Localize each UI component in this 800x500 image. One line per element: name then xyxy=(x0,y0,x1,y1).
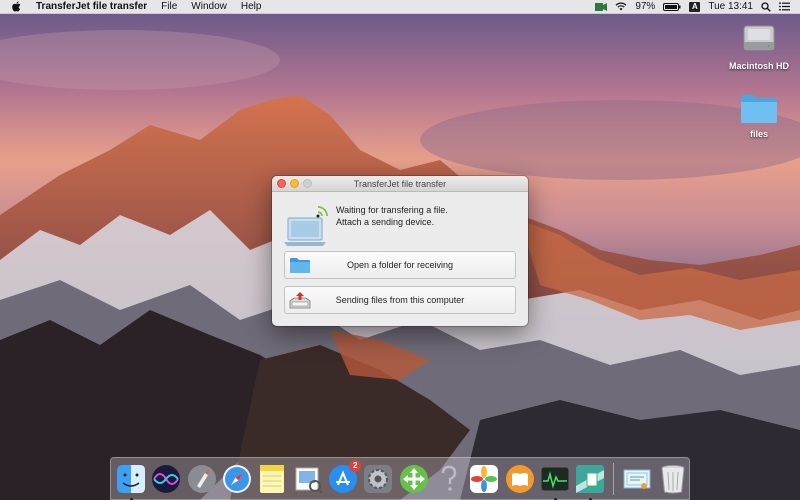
desktop-icon-label: Macintosh HD xyxy=(728,61,789,71)
ibooks-icon xyxy=(505,464,534,493)
dock-ibooks[interactable] xyxy=(503,462,535,496)
dock-app-store[interactable]: 2 xyxy=(327,459,362,496)
transferjet-status-icon[interactable] xyxy=(595,2,608,12)
status-line-waiting: Waiting for transfering a file. xyxy=(336,205,448,215)
transferjet-window: TransferJet file transfer Waiting for tr… xyxy=(272,176,528,326)
hard-drive-icon xyxy=(724,20,794,58)
dock-siri[interactable] xyxy=(150,462,182,496)
activity-monitor-icon xyxy=(540,466,570,491)
menu-help[interactable]: Help xyxy=(241,1,262,12)
notification-center-icon[interactable] xyxy=(779,2,790,11)
apple-menu-icon[interactable] xyxy=(12,1,26,12)
dock-certificate[interactable] xyxy=(621,462,653,496)
transferjet-icon xyxy=(399,464,428,493)
upload-tray-icon xyxy=(289,291,311,312)
dock: 2 xyxy=(110,457,690,500)
status-line-attach: Attach a sending device. xyxy=(336,217,435,227)
desktop-icon-label: files xyxy=(749,129,768,139)
desktop-icon-files[interactable]: files xyxy=(724,92,794,139)
trash-icon xyxy=(661,464,685,493)
dock-preview[interactable] xyxy=(292,462,324,496)
input-source-icon[interactable]: A xyxy=(689,1,701,12)
notes-icon xyxy=(260,464,285,493)
wifi-icon[interactable] xyxy=(615,2,627,11)
system-preferences-icon xyxy=(364,464,393,493)
open-receive-folder-label: Open a folder for receiving xyxy=(346,260,454,270)
status-area: Waiting for transfering a file. Attach a… xyxy=(284,200,516,248)
menu-bar: TransferJet file transfer File Window He… xyxy=(0,0,800,14)
dock-system-preferences[interactable] xyxy=(362,462,394,496)
finder-icon xyxy=(117,464,146,493)
dock-photos[interactable] xyxy=(468,462,500,496)
dock-safari[interactable] xyxy=(221,462,253,496)
menu-file[interactable]: File xyxy=(161,1,177,12)
folder-icon xyxy=(289,256,311,277)
safari-icon xyxy=(223,464,252,493)
window-title: TransferJet file transfer xyxy=(353,178,447,189)
app-store-badge: 2 xyxy=(349,459,362,472)
window-minimize-button[interactable] xyxy=(290,179,299,188)
laptop-transfer-icon xyxy=(284,202,330,249)
photos-icon xyxy=(470,464,499,493)
dock-help[interactable] xyxy=(433,462,465,496)
battery-icon[interactable] xyxy=(663,2,681,11)
menu-clock[interactable]: Tue 13:41 xyxy=(708,1,753,12)
dock-transferjet[interactable] xyxy=(398,462,430,496)
transferjet-app-icon xyxy=(576,464,605,493)
battery-percent: 97% xyxy=(635,1,656,12)
siri-icon xyxy=(152,464,181,493)
menu-app-name[interactable]: TransferJet file transfer xyxy=(36,1,147,12)
launchpad-icon xyxy=(187,464,216,493)
send-files-button[interactable]: Sending files from this computer xyxy=(284,286,516,314)
preview-icon xyxy=(295,467,323,494)
certificate-icon xyxy=(623,469,651,489)
folder-icon xyxy=(724,92,794,126)
dock-finder[interactable] xyxy=(115,462,147,500)
send-files-label: Sending files from this computer xyxy=(335,295,465,305)
spotlight-search-icon[interactable] xyxy=(761,1,771,12)
desktop-icon-macintosh-hd[interactable]: Macintosh HD xyxy=(724,20,794,71)
window-zoom-button[interactable] xyxy=(303,179,312,188)
dock-trash[interactable] xyxy=(657,462,689,496)
menu-window[interactable]: Window xyxy=(191,1,227,12)
dock-notes[interactable] xyxy=(256,462,288,496)
dock-activity-monitor[interactable] xyxy=(539,462,571,500)
dock-separator xyxy=(613,462,615,495)
open-receive-folder-button[interactable]: Open a folder for receiving xyxy=(284,251,516,279)
desktop: TransferJet file transfer File Window He… xyxy=(0,0,800,500)
dock-launchpad[interactable] xyxy=(186,462,218,496)
help-icon xyxy=(441,465,457,491)
window-close-button[interactable] xyxy=(277,179,286,188)
window-titlebar[interactable]: TransferJet file transfer xyxy=(272,176,528,192)
dock-transferjet-app[interactable] xyxy=(574,462,606,500)
